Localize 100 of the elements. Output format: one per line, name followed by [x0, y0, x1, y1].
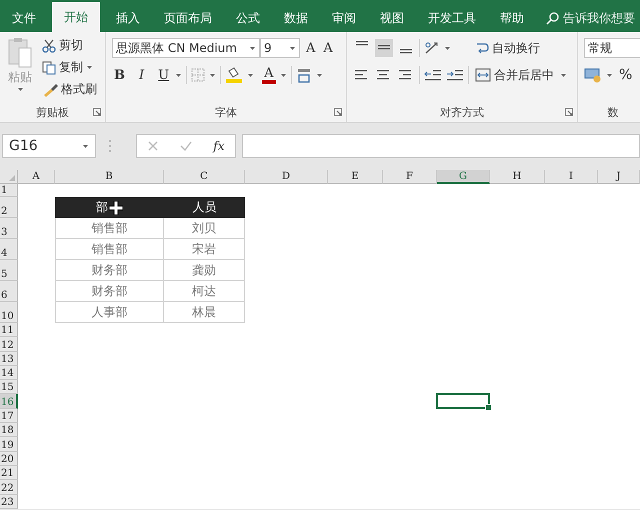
row-header[interactable]: 5: [0, 260, 18, 281]
row-header[interactable]: 19: [0, 437, 18, 452]
group-label: 数: [608, 104, 618, 120]
header-cell: 部: [96, 199, 108, 216]
row-header[interactable]: 11: [0, 323, 18, 338]
row-header[interactable]: 20: [0, 452, 18, 466]
ribbon-tab[interactable]: 公式: [224, 4, 272, 32]
middle-align-icon[interactable]: [375, 39, 393, 57]
ribbon-tab[interactable]: 视图: [368, 4, 416, 32]
column-header[interactable]: F: [383, 170, 437, 184]
caret-icon[interactable]: [16, 87, 24, 92]
table-cell: 销售部: [55, 239, 164, 260]
ribbon-tab[interactable]: 数据: [272, 4, 320, 32]
row-header[interactable]: 6: [0, 281, 18, 302]
table-cell: 刘贝: [164, 218, 245, 239]
ribbon-tab[interactable]: 帮助: [488, 4, 536, 32]
row-header[interactable]: 22: [0, 480, 18, 495]
column-header[interactable]: H: [490, 170, 545, 184]
caret-icon[interactable]: [316, 72, 322, 78]
caret-icon[interactable]: [82, 144, 89, 148]
tell-me-field[interactable]: 告诉我你想要: [563, 10, 635, 26]
bold-button[interactable]: B: [112, 68, 127, 82]
table-cell: 财务部: [55, 281, 164, 302]
name-box[interactable]: G16: [2, 134, 96, 158]
dialog-launcher-icon[interactable]: [565, 108, 573, 116]
wrap-text-icon: [475, 41, 489, 55]
row-header[interactable]: 4: [0, 239, 18, 260]
caret-icon[interactable]: [209, 72, 216, 78]
increase-indent-icon[interactable]: [446, 67, 464, 83]
font-color-button[interactable]: A: [262, 66, 276, 84]
number-format-field[interactable]: 常规: [584, 38, 640, 58]
ribbon-tab[interactable]: 页面布局: [152, 4, 224, 32]
orientation-icon[interactable]: [424, 40, 440, 56]
font-size-field[interactable]: 9: [260, 38, 300, 58]
caret-icon[interactable]: [289, 46, 296, 50]
caret-icon[interactable]: [86, 65, 93, 70]
fill-handle[interactable]: [485, 404, 492, 411]
row-header[interactable]: 17: [0, 408, 18, 424]
row-header[interactable]: 16: [0, 394, 18, 409]
row-header[interactable]: 2: [0, 197, 18, 218]
shrink-font-button[interactable]: A: [321, 40, 335, 56]
ribbon-tab[interactable]: 审阅: [320, 4, 368, 32]
ribbon-tab[interactable]: 文件: [0, 4, 48, 32]
wrap-text-button[interactable]: 自动换行: [473, 38, 542, 58]
caret-icon[interactable]: [444, 46, 451, 50]
font-name-field[interactable]: 思源黑体 CN Medium: [112, 38, 260, 58]
format-painter-button[interactable]: 格式刷: [40, 80, 99, 99]
row-header[interactable]: 21: [0, 466, 18, 480]
column-header[interactable]: E: [328, 170, 383, 184]
search-icon[interactable]: [546, 12, 559, 24]
column-header[interactable]: B: [55, 170, 164, 184]
group-label: 对齐方式: [440, 104, 484, 120]
row-header[interactable]: 13: [0, 352, 18, 366]
fill-color-icon[interactable]: [225, 67, 244, 83]
underline-button[interactable]: U: [156, 68, 172, 82]
caret-icon[interactable]: [175, 72, 182, 78]
caret-icon[interactable]: [249, 46, 256, 50]
caret-icon[interactable]: [606, 72, 613, 78]
column-header[interactable]: I: [545, 170, 598, 184]
merge-center-button[interactable]: 合并后居中: [473, 66, 556, 84]
dots-icon: [108, 139, 112, 153]
dialog-launcher-icon[interactable]: [93, 108, 101, 116]
row-header[interactable]: 23: [0, 494, 18, 509]
selected-cell[interactable]: [436, 393, 490, 409]
row-header[interactable]: 1: [0, 184, 18, 197]
formula-field[interactable]: [242, 134, 640, 158]
currency-icon[interactable]: [584, 67, 602, 83]
group-label: 字体: [215, 104, 237, 120]
caret-icon[interactable]: [280, 72, 286, 78]
table-cell: 财务部: [55, 260, 164, 281]
column-header[interactable]: J: [598, 170, 640, 184]
phonetic-icon[interactable]: [296, 67, 312, 83]
ribbon-tab[interactable]: 插入: [104, 4, 152, 32]
group-label: 剪贴板: [36, 104, 69, 120]
caret-icon[interactable]: [247, 72, 254, 78]
copy-button[interactable]: 复制: [40, 58, 99, 77]
italic-button[interactable]: I: [137, 68, 146, 82]
table-cell: 龚勋: [164, 260, 245, 281]
grow-font-button[interactable]: A: [304, 40, 318, 56]
decrease-indent-icon[interactable]: [424, 67, 442, 83]
ribbon-tab[interactable]: 开始: [52, 2, 100, 32]
column-header[interactable]: C: [164, 170, 245, 184]
row-header[interactable]: 12: [0, 337, 18, 352]
ribbon-tab[interactable]: 开发工具: [416, 4, 488, 32]
dialog-launcher-icon[interactable]: [334, 108, 342, 116]
row-header[interactable]: 14: [0, 366, 18, 380]
table-cell: 林晨: [164, 302, 245, 323]
caret-icon[interactable]: [560, 72, 567, 78]
row-header[interactable]: 15: [0, 380, 18, 394]
column-header[interactable]: G: [437, 170, 490, 184]
brush-icon: [42, 82, 58, 96]
row-header[interactable]: 18: [0, 423, 18, 438]
column-header[interactable]: A: [18, 170, 55, 184]
cut-button[interactable]: 剪切: [40, 36, 99, 55]
row-header[interactable]: 3: [0, 218, 18, 239]
insert-function-button[interactable]: fx: [213, 139, 225, 153]
column-header[interactable]: D: [245, 170, 328, 184]
move-cursor-icon: [109, 200, 123, 214]
row-header[interactable]: 10: [0, 302, 18, 323]
percent-button[interactable]: %: [617, 66, 634, 84]
